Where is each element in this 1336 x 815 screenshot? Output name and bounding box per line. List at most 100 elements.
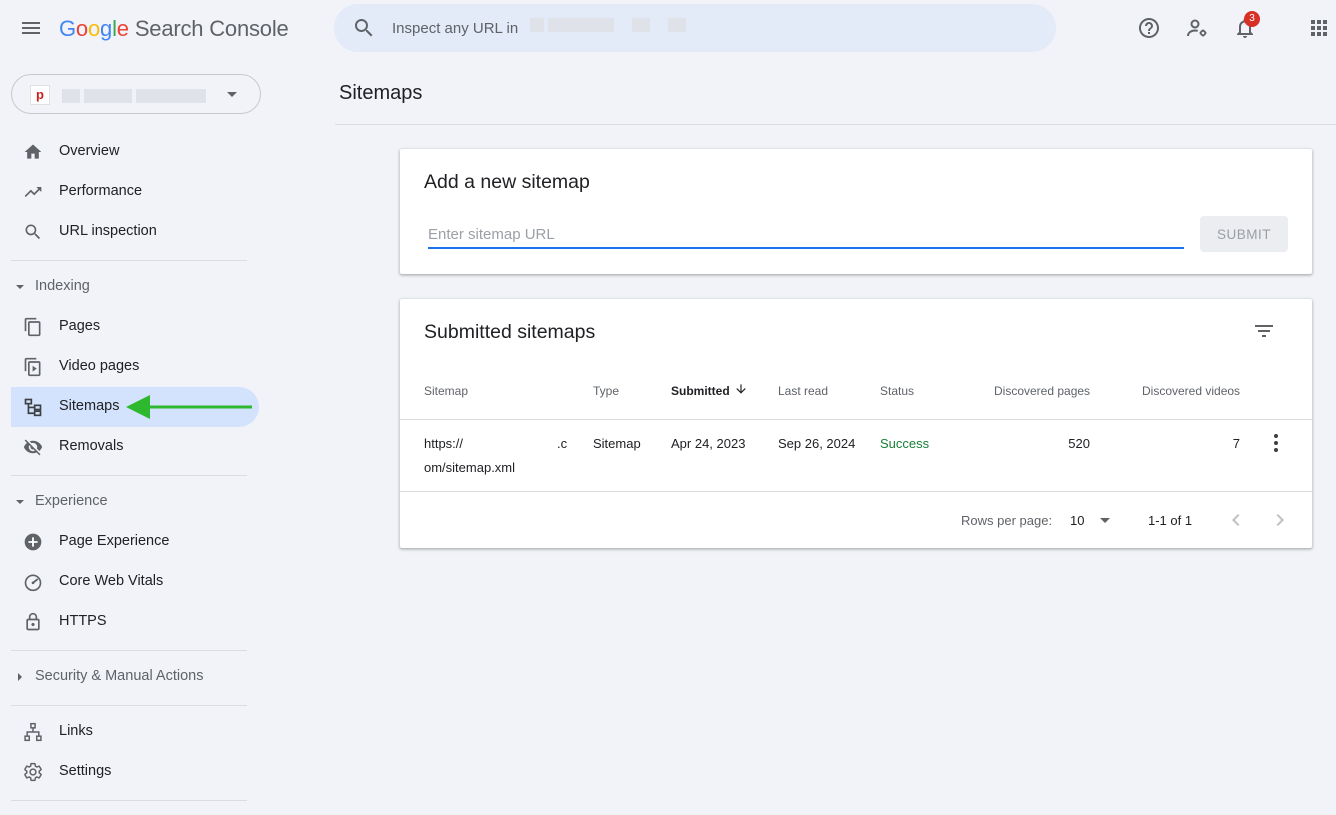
main-menu-button[interactable]: [19, 16, 43, 40]
sidebar-divider: [11, 475, 247, 476]
column-header-label: Submitted: [671, 384, 730, 398]
redacted-block: [632, 18, 650, 32]
filter-button[interactable]: [1252, 319, 1276, 343]
home-icon: [23, 142, 43, 162]
logo-letter: G: [59, 16, 76, 41]
sidebar-item-page-experience[interactable]: Page Experience: [11, 522, 259, 562]
sidebar-divider: [11, 260, 247, 261]
gauge-icon: [23, 572, 43, 592]
sidebar-item-video-pages[interactable]: Video pages: [11, 347, 259, 387]
sitemap-url-input[interactable]: [428, 221, 1184, 249]
sitemap-type: Sitemap: [593, 436, 641, 451]
submit-button[interactable]: SUBMIT: [1200, 216, 1288, 252]
submitted-date: Apr 24, 2023: [671, 436, 746, 451]
header-divider: [335, 124, 1336, 125]
pagination-range: 1-1 of 1: [1148, 513, 1193, 528]
sidebar-item-label: Performance: [59, 183, 143, 199]
redacted-block: [136, 89, 206, 103]
redacted-block: [530, 18, 544, 32]
sidebar-item-label: Overview: [59, 143, 120, 159]
sidebar-item-url-inspection[interactable]: URL inspection: [11, 212, 259, 252]
sidebar-item-label: Sitemaps: [59, 398, 120, 414]
sidebar-item-performance[interactable]: Performance: [11, 172, 259, 212]
sidebar-item-label: Core Web Vitals: [59, 573, 164, 589]
sitemap-url-part: .c: [557, 436, 568, 451]
user-settings-button[interactable]: [1185, 16, 1209, 40]
sidebar-item-label: URL inspection: [59, 223, 157, 239]
trending-up-icon: [23, 182, 43, 202]
sidebar-item-links[interactable]: Links: [11, 712, 259, 752]
caret-down-icon: [1099, 517, 1111, 525]
apps-button[interactable]: [1307, 16, 1331, 40]
column-header-discovered-videos[interactable]: Discovered videos: [1142, 384, 1240, 398]
sidebar-item-settings[interactable]: Settings: [11, 752, 259, 792]
page-title: Sitemaps: [339, 82, 423, 104]
column-header-discovered-pages[interactable]: Discovered pages: [994, 384, 1090, 398]
sidebar-item-label: Pages: [59, 318, 101, 334]
search-console-logo[interactable]: Google Search Console: [59, 15, 289, 43]
logo-letter: e: [116, 16, 129, 41]
redacted-block: [84, 89, 132, 103]
search-icon: [23, 222, 43, 242]
sidebar-item-pages[interactable]: Pages: [11, 307, 259, 347]
search-icon: [352, 16, 376, 40]
apps-grid-icon: [1311, 20, 1327, 36]
caret-right-icon: [15, 672, 25, 682]
help-icon: [1139, 18, 1159, 38]
annotation-arrow: [124, 393, 254, 421]
sidebar-section-security[interactable]: Security & Manual Actions: [11, 662, 259, 692]
column-header-status[interactable]: Status: [880, 384, 914, 398]
sidebar-item-label: Video pages: [59, 358, 140, 374]
section-title: Indexing: [35, 278, 90, 294]
sidebar-section-indexing[interactable]: Indexing: [11, 272, 259, 302]
video-pages-icon: [23, 357, 43, 377]
section-title: Experience: [35, 493, 108, 509]
table-divider: [400, 419, 1312, 420]
row-more-button[interactable]: [1266, 431, 1286, 455]
lock-icon: [23, 612, 43, 632]
links-icon: [23, 722, 43, 742]
column-header-submitted[interactable]: Submitted: [671, 384, 730, 398]
sidebar-divider: [11, 800, 247, 801]
sidebar-item-removals[interactable]: Removals: [11, 427, 259, 467]
sidebar-item-label: Links: [59, 723, 93, 739]
sidebar-item-core-web-vitals[interactable]: Core Web Vitals: [11, 562, 259, 602]
add-sitemap-card: Add a new sitemap SUBMIT: [400, 149, 1312, 274]
notification-badge: 3: [1244, 11, 1260, 27]
sitemap-url-part: https://: [424, 436, 464, 451]
caret-down-icon: [15, 497, 25, 507]
sidebar-item-overview[interactable]: Overview: [11, 132, 259, 172]
redacted-block: [548, 18, 614, 32]
redacted-block: [62, 89, 80, 103]
rows-per-page-select[interactable]: 10: [1070, 513, 1084, 528]
column-header-sitemap[interactable]: Sitemap: [424, 384, 468, 398]
sidebar-item-label: HTTPS: [59, 613, 107, 629]
url-inspection-search[interactable]: Inspect any URL in: [334, 4, 1056, 52]
next-page-button[interactable]: [1268, 508, 1292, 532]
pages-icon: [23, 317, 43, 337]
card-title: Add a new sitemap: [424, 171, 590, 193]
column-header-last-read[interactable]: Last read: [778, 384, 828, 398]
logo-letter: g: [100, 16, 113, 41]
search-placeholder: Inspect any URL in: [392, 20, 519, 37]
page-experience-icon: [23, 532, 43, 552]
redacted-block: [668, 18, 686, 32]
sidebar-item-https[interactable]: HTTPS: [11, 602, 259, 642]
top-bar: Google Search Console Inspect any URL in…: [0, 0, 1336, 56]
sidebar-section-experience[interactable]: Experience: [11, 487, 259, 517]
caret-down-icon: [226, 91, 238, 99]
caret-down-icon: [15, 282, 25, 292]
sidebar-item-label: Removals: [59, 438, 124, 454]
logo-letter: o: [75, 16, 88, 41]
help-button[interactable]: [1137, 16, 1161, 40]
rows-per-page-label: Rows per page:: [961, 513, 1053, 528]
property-selector[interactable]: p: [11, 74, 261, 114]
removals-icon: [23, 437, 43, 457]
sidebar-item-label: Page Experience: [59, 533, 170, 549]
previous-page-button[interactable]: [1224, 508, 1248, 532]
section-title: Security & Manual Actions: [35, 668, 204, 684]
sort-arrow-down-icon: [734, 382, 748, 396]
logo-letter: o: [87, 16, 101, 41]
discovered-videos-value: 7: [1232, 436, 1240, 451]
column-header-type[interactable]: Type: [593, 384, 619, 398]
